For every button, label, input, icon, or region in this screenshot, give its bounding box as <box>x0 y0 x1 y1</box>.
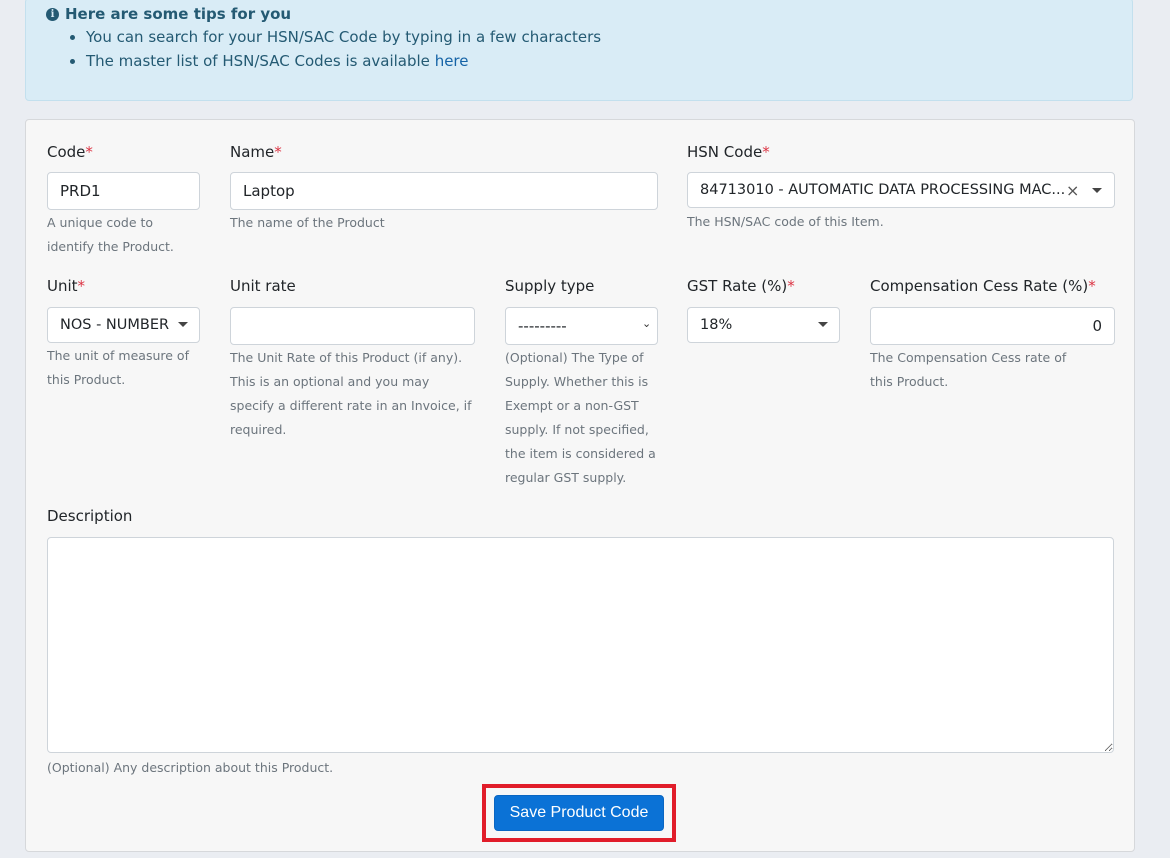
description-textarea[interactable] <box>47 537 1114 753</box>
info-icon: i <box>46 7 59 21</box>
chevron-down-icon[interactable]: ⌄ <box>642 317 651 330</box>
tip-item: You can search for your HSN/SAC Code by … <box>86 25 601 49</box>
supply-type-select[interactable]: --------- <box>505 307 658 345</box>
tips-panel: i Here are some tips for you You can sea… <box>25 0 1133 101</box>
cess-rate-label-text: Compensation Cess Rate (%) <box>870 277 1089 295</box>
name-label-text: Name <box>230 143 275 161</box>
cess-rate-help: The Compensation Cess rate of this Produ… <box>870 350 1067 389</box>
description-help: (Optional) Any description about this Pr… <box>47 760 334 775</box>
cess-rate-label: Compensation Cess Rate (%)* <box>870 277 1096 295</box>
tips-list: You can search for your HSN/SAC Code by … <box>46 25 601 73</box>
hsn-selected-value: 84713010 - AUTOMATIC DATA PROCESSING MAC… <box>700 182 1066 198</box>
code-help: A unique code to identify the Product. <box>47 215 174 254</box>
name-input[interactable]: Laptop <box>230 172 658 210</box>
unit-label-text: Unit <box>47 277 78 295</box>
required-mark: * <box>787 277 795 295</box>
supply-type-help: (Optional) The Type of Supply. Whether t… <box>505 350 656 485</box>
code-label-text: Code <box>47 143 86 161</box>
code-label: Code* <box>47 143 93 161</box>
gst-rate-label-text: GST Rate (%) <box>687 277 788 295</box>
tips-title-text: Here are some tips for you <box>65 5 292 23</box>
required-mark: * <box>762 143 770 161</box>
hsn-label: HSN Code* <box>687 143 770 161</box>
required-mark: * <box>1088 277 1096 295</box>
caret-down-icon[interactable] <box>818 322 828 327</box>
save-button-highlight: Save Product Code <box>482 784 676 842</box>
cess-rate-input[interactable]: 0 <box>870 307 1115 345</box>
name-label: Name* <box>230 143 282 161</box>
caret-down-icon[interactable] <box>178 322 188 327</box>
unit-label: Unit* <box>47 277 85 295</box>
unit-selected-value: NOS - NUMBER <box>60 317 170 333</box>
unit-rate-help: The Unit Rate of this Product (if any). … <box>230 350 472 437</box>
required-mark: * <box>274 143 282 161</box>
name-help: The name of the Product <box>230 215 385 230</box>
unit-rate-input[interactable] <box>230 307 475 345</box>
description-label: Description <box>47 507 133 525</box>
supply-type-label: Supply type <box>505 277 595 295</box>
supply-type-selected-value: --------- <box>518 317 567 335</box>
required-mark: * <box>77 277 86 295</box>
unit-help: The unit of measure of this Product. <box>47 348 189 387</box>
hsn-label-text: HSN Code <box>687 143 763 161</box>
gst-rate-label: GST Rate (%)* <box>687 277 795 295</box>
tip-item: The master list of HSN/SAC Codes is avai… <box>86 49 601 73</box>
clear-icon[interactable]: × <box>1066 181 1079 200</box>
caret-down-icon[interactable] <box>1092 188 1102 193</box>
unit-rate-label: Unit rate <box>230 277 296 295</box>
hsn-help: The HSN/SAC code of this Item. <box>687 214 884 229</box>
save-product-code-button[interactable]: Save Product Code <box>494 795 664 831</box>
tip-item-text: The master list of HSN/SAC Codes is avai… <box>86 52 435 70</box>
required-mark: * <box>85 143 93 161</box>
hsn-select[interactable]: 84713010 - AUTOMATIC DATA PROCESSING MAC… <box>687 172 1115 208</box>
tips-title: i Here are some tips for you <box>46 5 291 23</box>
gst-rate-selected-value: 18% <box>700 317 733 333</box>
code-input[interactable]: PRD1 <box>47 172 200 210</box>
hsn-master-list-link[interactable]: here <box>435 52 469 70</box>
product-form-card: Code* PRD1 A unique code to identify the… <box>25 119 1135 852</box>
